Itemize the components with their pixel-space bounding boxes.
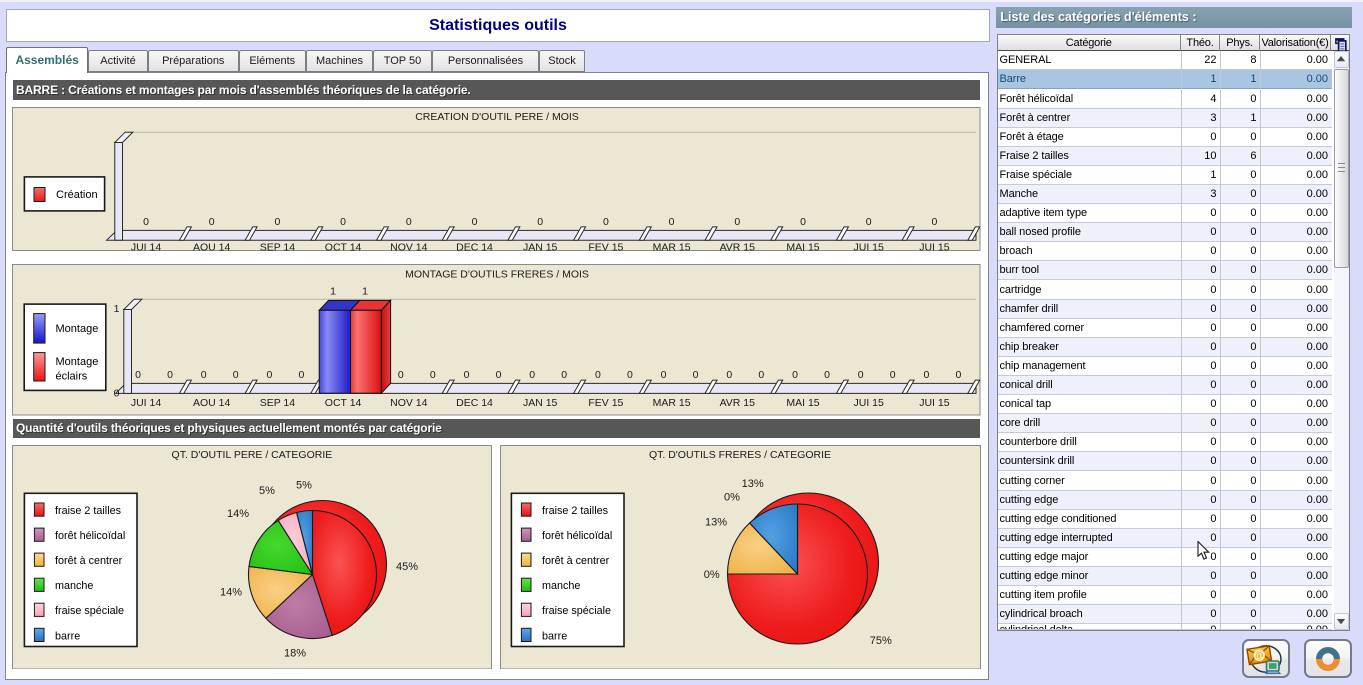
svg-text:JUI 14: JUI 14 [131, 241, 162, 251]
svg-text:0%: 0% [724, 491, 740, 503]
svg-text:0: 0 [726, 369, 732, 381]
svg-text:18%: 18% [284, 647, 306, 659]
svg-text:0: 0 [266, 369, 272, 381]
svg-text:0: 0 [595, 369, 601, 381]
svg-text:0: 0 [167, 369, 173, 381]
svg-text:0: 0 [561, 369, 567, 381]
svg-text:0: 0 [866, 215, 872, 227]
svg-text:0: 0 [734, 215, 740, 227]
svg-text:0: 0 [529, 369, 535, 381]
svg-text:forêt à centrer: forêt à centrer [542, 555, 610, 567]
svg-text:1: 1 [114, 303, 120, 315]
svg-text:QT. D'OUTILS FRERES / CATEGORI: QT. D'OUTILS FRERES / CATEGORIE [649, 449, 831, 461]
svg-text:fraise spéciale: fraise spéciale [55, 605, 124, 617]
svg-text:0: 0 [923, 369, 929, 381]
svg-text:0: 0 [274, 215, 280, 227]
svg-text:fraise 2 tailles: fraise 2 tailles [55, 505, 122, 517]
svg-text:JAN 15: JAN 15 [523, 397, 558, 409]
svg-text:5%: 5% [296, 479, 312, 491]
svg-text:MAI 15: MAI 15 [786, 397, 819, 409]
svg-text:0: 0 [406, 215, 412, 227]
svg-text:JUI 15: JUI 15 [854, 397, 885, 409]
svg-text:75%: 75% [870, 634, 892, 646]
svg-text:0: 0 [603, 215, 609, 227]
svg-text:0: 0 [340, 215, 346, 227]
svg-text:SEP 14: SEP 14 [260, 241, 296, 251]
svg-text:fraise 2 tailles: fraise 2 tailles [542, 505, 609, 517]
svg-text:manche: manche [55, 580, 93, 592]
svg-text:45%: 45% [396, 561, 418, 573]
svg-text:0: 0 [135, 369, 141, 381]
svg-text:MONTAGE D'OUTILS FRERES / MOIS: MONTAGE D'OUTILS FRERES / MOIS [405, 269, 589, 281]
svg-text:0: 0 [858, 369, 864, 381]
svg-text:FEV 15: FEV 15 [588, 397, 623, 409]
svg-text:0: 0 [472, 215, 478, 227]
svg-text:14%: 14% [220, 586, 242, 598]
svg-text:forêt à centrer: forêt à centrer [55, 555, 123, 567]
svg-text:13%: 13% [742, 478, 764, 490]
svg-text:forêt hélicoïdal: forêt hélicoïdal [542, 530, 612, 542]
svg-text:NOV 14: NOV 14 [390, 397, 428, 409]
svg-text:0: 0 [792, 369, 798, 381]
svg-text:JUI 15: JUI 15 [919, 241, 950, 251]
svg-text:0: 0 [890, 369, 896, 381]
svg-text:AOU 14: AOU 14 [193, 241, 231, 251]
svg-text:0: 0 [298, 369, 304, 381]
svg-text:0: 0 [430, 369, 436, 381]
svg-text:0: 0 [209, 215, 215, 227]
svg-text:JUI 15: JUI 15 [854, 241, 885, 251]
svg-text:0: 0 [955, 369, 961, 381]
svg-text:OCT 14: OCT 14 [325, 241, 362, 251]
svg-text:Montage: Montage [56, 323, 99, 335]
svg-text:DEC 14: DEC 14 [456, 241, 493, 251]
svg-text:JUI 15: JUI 15 [919, 397, 950, 409]
svg-text:forêt hélicoïdal: forêt hélicoïdal [55, 530, 125, 542]
svg-text:SEP 14: SEP 14 [260, 397, 296, 409]
svg-text:JAN 15: JAN 15 [523, 241, 558, 251]
svg-text:barre: barre [55, 630, 80, 642]
svg-text:1: 1 [330, 286, 336, 298]
svg-text:0: 0 [143, 215, 149, 227]
svg-text:14%: 14% [227, 508, 249, 520]
svg-text:0: 0 [931, 215, 937, 227]
svg-text:QT. D'OUTIL PERE / CATEGORIE: QT. D'OUTIL PERE / CATEGORIE [172, 449, 333, 461]
svg-text:13%: 13% [705, 516, 727, 528]
svg-text:0: 0 [233, 369, 239, 381]
svg-text:AOU 14: AOU 14 [193, 397, 231, 409]
svg-text:OCT 14: OCT 14 [325, 397, 362, 409]
svg-text:fraise spéciale: fraise spéciale [542, 605, 611, 617]
svg-text:Montage: Montage [56, 356, 99, 368]
svg-text:0: 0 [824, 369, 830, 381]
svg-text:0: 0 [464, 369, 470, 381]
svg-text:AVR 15: AVR 15 [720, 241, 756, 251]
svg-text:manche: manche [542, 580, 580, 592]
svg-text:0: 0 [537, 215, 543, 227]
svg-text:0: 0 [201, 369, 207, 381]
svg-text:0: 0 [398, 369, 404, 381]
svg-text:0: 0 [114, 387, 120, 399]
svg-text:0: 0 [661, 369, 667, 381]
svg-text:DEC 14: DEC 14 [456, 397, 493, 409]
svg-text:1: 1 [362, 286, 368, 298]
svg-text:@: @ [1253, 649, 1266, 663]
svg-text:Création: Création [56, 189, 98, 201]
svg-text:5%: 5% [259, 485, 275, 497]
svg-text:AVR 15: AVR 15 [720, 397, 756, 409]
svg-text:JUI 14: JUI 14 [131, 397, 162, 409]
svg-text:MAR 15: MAR 15 [653, 397, 691, 409]
svg-text:MAI 15: MAI 15 [786, 241, 819, 251]
svg-text:MAR 15: MAR 15 [653, 241, 691, 251]
svg-text:0: 0 [800, 215, 806, 227]
svg-text:0: 0 [693, 369, 699, 381]
svg-text:FEV 15: FEV 15 [588, 241, 623, 251]
svg-text:CREATION D'OUTIL PERE / MOIS: CREATION D'OUTIL PERE / MOIS [415, 111, 579, 123]
svg-text:0: 0 [627, 369, 633, 381]
svg-text:0: 0 [758, 369, 764, 381]
svg-text:NOV 14: NOV 14 [390, 241, 428, 251]
svg-text:0%: 0% [704, 568, 720, 580]
svg-text:0: 0 [496, 369, 502, 381]
svg-text:0: 0 [669, 215, 675, 227]
svg-text:éclairs: éclairs [56, 371, 88, 383]
svg-text:barre: barre [542, 630, 567, 642]
